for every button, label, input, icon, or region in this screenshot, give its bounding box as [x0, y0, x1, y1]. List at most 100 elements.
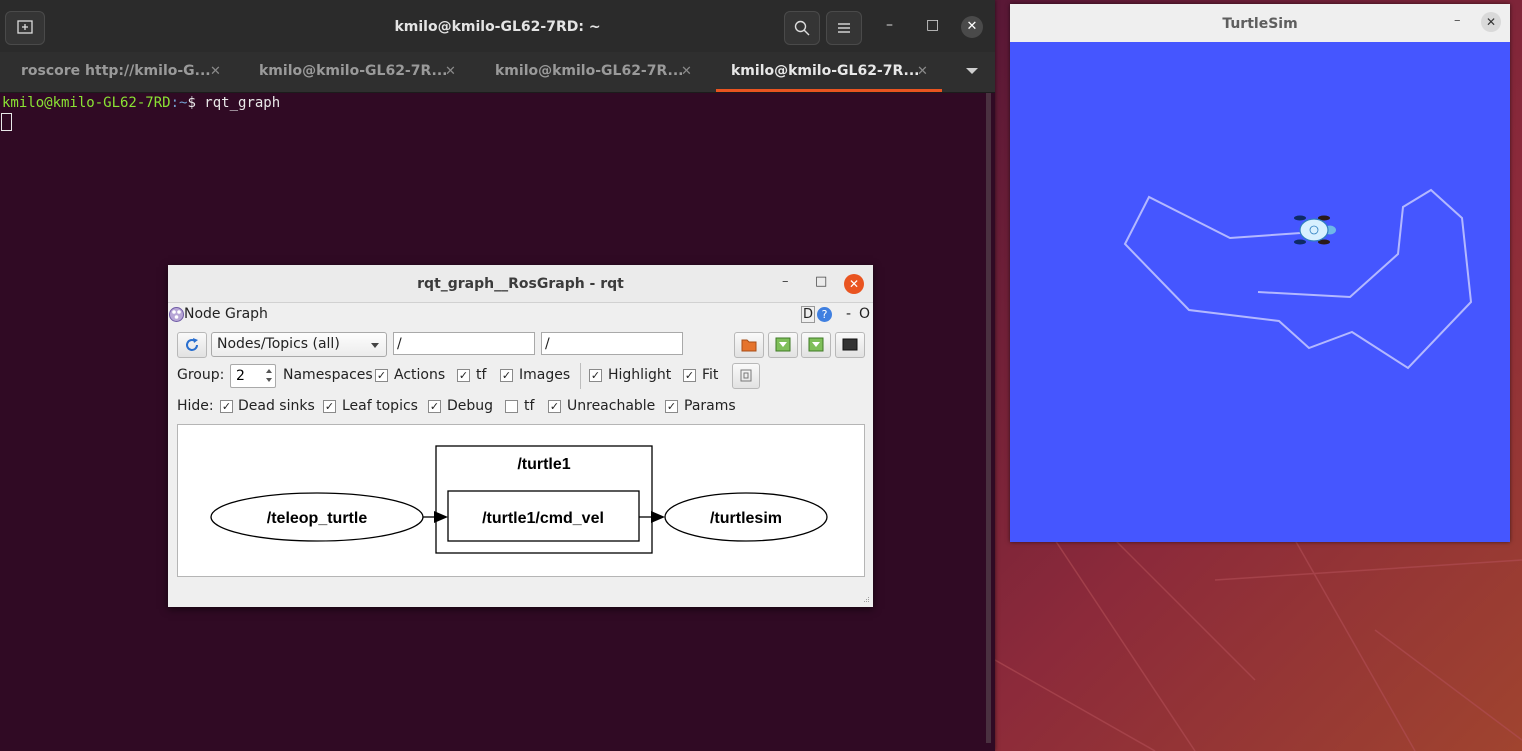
terminal-tab-3[interactable]: kmilo@kmilo-GL62-7R... ✕ — [495, 52, 715, 92]
view-mode-value: Nodes/Topics (all) — [217, 336, 340, 352]
hide-label: Hide: — [177, 398, 214, 414]
node-label: /turtlesim — [710, 510, 782, 527]
turtlesim-window[interactable]: TurtleSim – ✕ — [1010, 4, 1510, 542]
leaf-topics-checkbox[interactable]: ✓ — [323, 400, 336, 413]
refresh-button[interactable] — [177, 332, 207, 358]
tab-close-icon[interactable]: ✕ — [210, 64, 221, 79]
group-label: Group: — [177, 367, 225, 383]
topic-filter-input[interactable]: / — [541, 332, 683, 355]
save-dot-button[interactable] — [768, 332, 798, 358]
view-mode-select[interactable]: Nodes/Topics (all) — [211, 332, 387, 357]
arrowhead — [651, 511, 665, 523]
prompt-path: :~ — [170, 95, 188, 111]
tab-label: kmilo@kmilo-GL62-7R... — [495, 63, 684, 79]
params-checkbox[interactable]: ✓ — [665, 400, 678, 413]
turtle-icon — [1294, 215, 1336, 245]
turtlesim-canvas — [1010, 42, 1510, 542]
tab-label: kmilo@kmilo-GL62-7R... — [259, 63, 448, 79]
terminal-scrollbar[interactable] — [986, 93, 991, 743]
minimize-button[interactable]: – — [886, 17, 893, 33]
debug-label: Debug — [447, 398, 494, 414]
active-tab-indicator — [716, 89, 942, 92]
help-icon[interactable]: ? — [817, 307, 832, 322]
turtle-trail — [1123, 188, 1473, 370]
terminal-tab-2[interactable]: kmilo@kmilo-GL62-7R... ✕ — [259, 52, 479, 92]
desktop-wallpaper — [995, 540, 1522, 751]
search-button[interactable] — [784, 11, 820, 45]
node-graph-plugin-icon — [169, 307, 184, 322]
prompt-symbol: $ — [187, 95, 205, 111]
node-label: /teleop_turtle — [267, 510, 368, 527]
dead-sinks-checkbox[interactable]: ✓ — [220, 400, 233, 413]
unreachable-label: Unreachable — [567, 398, 656, 414]
tab-close-icon[interactable]: ✕ — [681, 64, 692, 79]
tf-checkbox[interactable]: ✓ — [457, 369, 470, 382]
group-value: 2 — [236, 368, 245, 384]
terminal-tab-4[interactable]: kmilo@kmilo-GL62-7R... ✕ — [716, 52, 942, 92]
node-filter-input[interactable]: / — [393, 332, 535, 355]
tab-label: kmilo@kmilo-GL62-7R... — [731, 63, 920, 79]
minimize-button[interactable]: – — [782, 274, 789, 289]
group-spinbox[interactable]: 2 — [230, 364, 276, 388]
graph-view[interactable]: /turtle1 /teleop_turtle /turtle1/cmd_vel… — [177, 424, 865, 577]
close-button[interactable]: ✕ — [961, 16, 983, 38]
namespace-label: /turtle1 — [517, 456, 570, 473]
terminal-titlebar[interactable]: kmilo@kmilo-GL62-7RD: ~ – □ ✕ — [0, 0, 995, 53]
dock-minimize-button[interactable]: - — [846, 306, 851, 322]
command-text: rqt_graph — [204, 95, 281, 111]
search-icon — [794, 20, 810, 36]
dock-d-button[interactable]: D — [801, 306, 816, 323]
terminal-tab-1[interactable]: roscore http://kmilo-G... ✕ — [21, 52, 241, 92]
save-image-button[interactable] — [835, 332, 865, 358]
tab-label: roscore http://kmilo-G... — [21, 63, 211, 79]
spin-up-icon[interactable] — [266, 369, 272, 373]
spin-down-icon[interactable] — [266, 378, 272, 382]
dock-close-button[interactable]: O — [859, 306, 870, 322]
hamburger-icon — [838, 23, 850, 33]
images-label: Images — [519, 367, 571, 383]
rqt-graph-window[interactable]: rqt_graph__RosGraph - rqt – □ ✕ Node Gra… — [168, 265, 873, 607]
resize-grip-icon[interactable] — [860, 595, 870, 605]
minimize-button[interactable]: – — [1454, 13, 1461, 28]
arrowhead — [434, 511, 448, 523]
menu-button[interactable] — [826, 11, 862, 45]
dead-sinks-label: Dead sinks — [238, 398, 315, 414]
terminal-cursor — [1, 113, 12, 131]
refresh-icon — [186, 338, 198, 351]
maximize-button[interactable]: □ — [926, 17, 939, 33]
hide-tf-label: tf — [524, 398, 535, 414]
actions-checkbox[interactable]: ✓ — [375, 369, 388, 382]
tab-close-icon[interactable]: ✕ — [445, 64, 456, 79]
tab-close-icon[interactable]: ✕ — [917, 64, 928, 79]
plugin-title: Node Graph — [184, 306, 268, 322]
close-button[interactable]: ✕ — [1481, 12, 1501, 32]
tab-list-dropdown-icon[interactable] — [966, 68, 978, 74]
debug-checkbox[interactable]: ✓ — [428, 400, 441, 413]
fit-checkbox[interactable]: ✓ — [683, 369, 696, 382]
unreachable-checkbox[interactable]: ✓ — [548, 400, 561, 413]
load-dot-button[interactable] — [734, 332, 764, 358]
ros-graph: /turtle1 /teleop_turtle /turtle1/cmd_vel… — [210, 445, 828, 554]
highlight-checkbox[interactable]: ✓ — [589, 369, 602, 382]
toolbar-divider — [580, 363, 581, 389]
images-checkbox[interactable]: ✓ — [500, 369, 513, 382]
tf-label: tf — [476, 367, 487, 383]
actions-label: Actions — [394, 367, 446, 383]
turtlesim-title: TurtleSim — [1222, 16, 1298, 32]
namespaces-label: Namespaces — [283, 367, 373, 383]
prompt-line: kmilo@kmilo-GL62-7RD:~$ rqt_graph — [2, 95, 280, 111]
hide-tf-checkbox[interactable] — [505, 400, 518, 413]
save-svg-button[interactable] — [801, 332, 831, 358]
fit-in-view-button[interactable] — [732, 363, 760, 389]
terminal-tab-bar: roscore http://kmilo-G... ✕ kmilo@kmilo-… — [0, 52, 995, 93]
rqt-titlebar[interactable]: rqt_graph__RosGraph - rqt – □ ✕ — [168, 265, 873, 303]
maximize-button[interactable]: □ — [815, 274, 827, 289]
rqt-title: rqt_graph__RosGraph - rqt — [417, 276, 624, 292]
leaf-topics-label: Leaf topics — [342, 398, 418, 414]
turtlesim-titlebar[interactable]: TurtleSim – ✕ — [1010, 4, 1510, 43]
save-icon — [775, 337, 791, 352]
topic-label: /turtle1/cmd_vel — [482, 510, 604, 527]
close-button[interactable]: ✕ — [844, 274, 864, 294]
fit-view-icon — [740, 369, 752, 382]
save-icon — [808, 337, 824, 352]
